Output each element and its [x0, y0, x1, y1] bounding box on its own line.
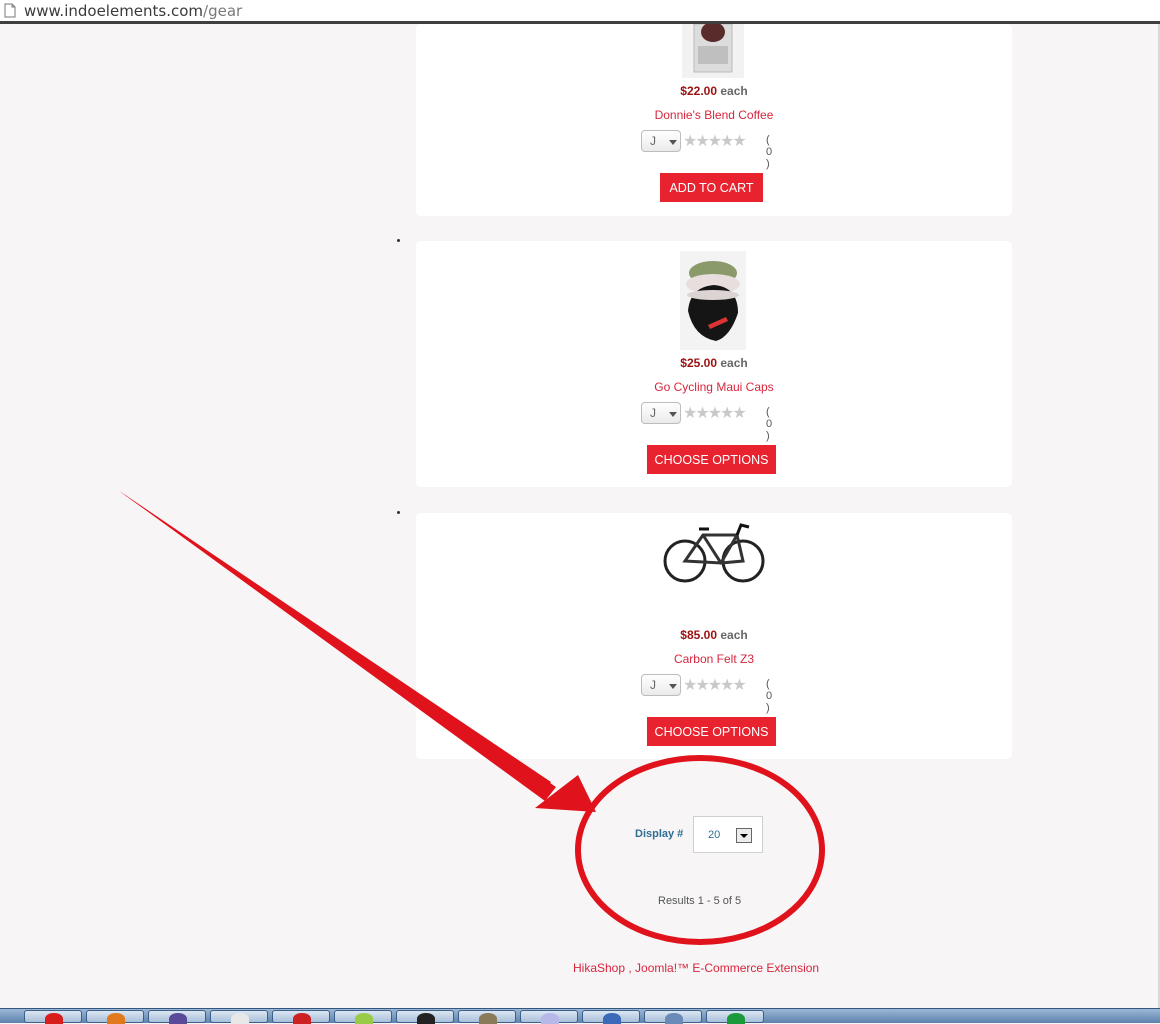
- taskbar-app-button[interactable]: [706, 1010, 764, 1024]
- filezilla-icon: [293, 1013, 311, 1024]
- display-label: Display #: [635, 828, 684, 840]
- app-icon: [541, 1013, 559, 1024]
- firefox-icon: [107, 1013, 125, 1024]
- notepad-icon: [231, 1013, 249, 1024]
- price-unit: each: [720, 628, 748, 642]
- results-count: Results 1 - 5 of 5: [658, 895, 742, 907]
- price-unit: each: [720, 356, 748, 370]
- vote-count: ( 0 ): [766, 134, 774, 170]
- app-icon: [355, 1013, 373, 1024]
- star-rating-icon[interactable]: ★★★★★: [683, 406, 747, 422]
- product-price: $25.00 each: [416, 356, 1012, 370]
- app-icon: [417, 1013, 435, 1024]
- list-bullet: [397, 239, 400, 242]
- price-unit: each: [720, 84, 748, 98]
- url-domain: www.indoelements.com: [24, 2, 204, 20]
- product-name-link[interactable]: Carbon Felt Z3: [416, 652, 1012, 666]
- vote-count: ( 0 ): [766, 406, 774, 442]
- taskbar-app-button[interactable]: [396, 1010, 454, 1024]
- chrome-icon: [45, 1013, 63, 1024]
- star-rating-icon[interactable]: ★★★★★: [683, 134, 747, 150]
- product-card: $22.00 each Donnie's Blend Coffee J ★★★★…: [416, 24, 1012, 216]
- arrow-head-icon: [535, 775, 596, 812]
- app-icon: [603, 1013, 621, 1024]
- vote-value: J: [650, 678, 656, 692]
- cap-image[interactable]: [680, 251, 746, 350]
- product-card: $25.00 each Go Cycling Maui Caps J ★★★★★…: [416, 241, 1012, 487]
- price-amount: $22.00: [680, 84, 717, 98]
- dropdown-arrow-icon[interactable]: [736, 828, 752, 843]
- vote-select[interactable]: J: [641, 402, 681, 424]
- url-path: /gear: [203, 2, 243, 20]
- taskbar-app-button[interactable]: [148, 1010, 206, 1024]
- taskbar-app-button[interactable]: [520, 1010, 578, 1024]
- taskbar: [0, 1008, 1160, 1024]
- product-card: $85.00 each Carbon Felt Z3 J ★★★★★ ( 0 )…: [416, 513, 1012, 759]
- bicycle-image[interactable]: [663, 521, 765, 585]
- taskbar-firefox-button[interactable]: [86, 1010, 144, 1024]
- page-icon: [4, 3, 16, 18]
- taskbar-notepad-button[interactable]: [210, 1010, 268, 1024]
- product-price: $22.00 each: [416, 84, 1012, 98]
- product-name-link[interactable]: Donnie's Blend Coffee: [416, 108, 1012, 122]
- chevron-down-icon: [669, 684, 677, 689]
- app-icon: [479, 1013, 497, 1024]
- coffee-bag-image[interactable]: [680, 24, 746, 78]
- list-bullet: [397, 511, 400, 514]
- choose-options-button[interactable]: CHOOSE OPTIONS: [647, 717, 776, 746]
- add-to-cart-button[interactable]: ADD TO CART: [660, 173, 763, 202]
- vote-value: J: [650, 406, 656, 420]
- star-rating-icon[interactable]: ★★★★★: [683, 678, 747, 694]
- vote-value: J: [650, 134, 656, 148]
- price-amount: $25.00: [680, 356, 717, 370]
- display-limit-select[interactable]: 20: [693, 816, 763, 853]
- taskbar-app-button[interactable]: [458, 1010, 516, 1024]
- taskbar-app-button[interactable]: [334, 1010, 392, 1024]
- chevron-down-icon: [669, 140, 677, 145]
- product-price: $85.00 each: [416, 628, 1012, 642]
- app-icon: [727, 1013, 745, 1024]
- price-amount: $85.00: [680, 628, 717, 642]
- address-bar[interactable]: www.indoelements.com/gear: [0, 0, 1160, 22]
- taskbar-filezilla-button[interactable]: [272, 1010, 330, 1024]
- chevron-down-icon: [669, 412, 677, 417]
- app-icon: [169, 1013, 187, 1024]
- taskbar-app-button[interactable]: [582, 1010, 640, 1024]
- vote-count: ( 0 ): [766, 678, 774, 714]
- limit-value: 20: [708, 829, 721, 841]
- hikashop-footer-link[interactable]: HikaShop , Joomla!™ E-Commerce Extension: [0, 961, 1160, 975]
- url-text: www.indoelements.com/gear: [24, 2, 242, 20]
- vote-select[interactable]: J: [641, 130, 681, 152]
- choose-options-button[interactable]: CHOOSE OPTIONS: [647, 445, 776, 474]
- product-name-link[interactable]: Go Cycling Maui Caps: [416, 380, 1012, 394]
- taskbar-chrome-button[interactable]: [24, 1010, 82, 1024]
- app-icon: [665, 1013, 683, 1024]
- vote-select[interactable]: J: [641, 674, 681, 696]
- taskbar-app-button[interactable]: [644, 1010, 702, 1024]
